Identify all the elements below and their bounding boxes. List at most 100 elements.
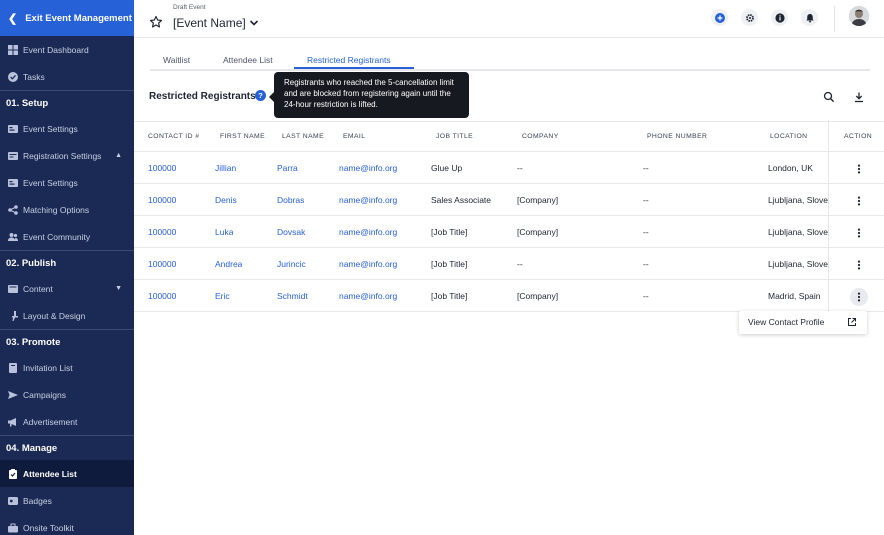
sidebar-section-heading: 02. Publish [0, 250, 134, 275]
add-button[interactable] [711, 9, 728, 26]
cell-last-name[interactable]: Schmidt [277, 291, 308, 301]
sidebar-item-label: Event Community [23, 231, 91, 242]
column-header-last-name: LAST NAME [282, 133, 325, 140]
cell-location: Ljubljana, Slovenia [768, 227, 829, 237]
cell-last-name[interactable]: Dobras [277, 195, 304, 205]
info-button[interactable] [771, 9, 788, 26]
tab-restricted-registrants[interactable]: Restricted Registrants [307, 55, 391, 65]
settings-icon [7, 123, 19, 135]
cell-first-name[interactable]: Jillian [215, 163, 236, 173]
cell-email[interactable]: name@info.org [339, 195, 397, 205]
table-row: 100000 Jillian Parra name@info.org Glue Up --… [134, 152, 884, 184]
cell-location: Madrid, Spain [768, 291, 821, 301]
cell-first-name[interactable]: Eric [215, 291, 230, 301]
chevron-down-icon[interactable] [249, 18, 259, 28]
cell-contact-id[interactable]: 100000 [148, 291, 176, 301]
sidebar-item-invitation-list[interactable]: Invitation List [0, 354, 134, 381]
cell-contact-id[interactable]: 100000 [148, 163, 176, 173]
content-icon [7, 283, 19, 295]
gear-icon [745, 13, 754, 22]
view-contact-profile-menu-item[interactable]: View Contact Profile [748, 317, 824, 327]
cell-job-title: Glue Up [431, 163, 463, 173]
sidebar-item-matching-options[interactable]: Matching Options [0, 196, 134, 223]
table-row: 100000 Eric Schmidt name@info.org [Job Title… [134, 280, 884, 312]
sidebar-item-registration-settings[interactable]: Registration Settings ▲ [0, 142, 134, 169]
cell-job-title: [Job Title] [431, 291, 468, 301]
cell-email[interactable]: name@info.org [339, 259, 397, 269]
megaphone-icon [7, 416, 19, 428]
cell-contact-id[interactable]: 100000 [148, 259, 176, 269]
exit-event-management-button[interactable]: ❮ Exit Event Management [0, 0, 134, 36]
cell-company: -- [517, 163, 523, 173]
tab-attendee-list[interactable]: Attendee List [223, 55, 273, 65]
cell-job-title: [Job Title] [431, 259, 468, 269]
sidebar-item-badges[interactable]: Badges [0, 487, 134, 514]
chevron-left-icon: ❮ [8, 12, 18, 25]
sidebar-item-label: Advertisement [23, 416, 78, 427]
top-header: Draft Event [Event Name] [134, 0, 884, 38]
tab-waitlist[interactable]: Waitlist [163, 55, 190, 65]
search-button[interactable] [823, 90, 835, 103]
external-link-icon [848, 318, 856, 326]
info-icon [774, 12, 785, 23]
table-row: 100000 Andrea Jurincic name@info.org [Job Ti… [134, 248, 884, 280]
sidebar-item-event-settings[interactable]: Event Settings [0, 115, 134, 142]
star-icon[interactable] [149, 15, 163, 29]
dashboard-icon [7, 44, 19, 56]
sidebar-item-label: Attendee List [23, 468, 77, 479]
sidebar-item-onsite-toolkit[interactable]: Onsite Toolkit [0, 514, 134, 535]
download-icon [855, 92, 863, 103]
sidebar-item-event-community[interactable]: Event Community [0, 223, 134, 250]
registration-icon [7, 150, 19, 162]
cell-email[interactable]: name@info.org [339, 163, 397, 173]
chevron-down-icon: ▼ [115, 285, 122, 292]
cell-phone-number: -- [643, 195, 649, 205]
sidebar-section-heading: 04. Manage [0, 435, 134, 460]
table-row: 100000 Denis Dobras name@info.org Sales Asso… [134, 184, 884, 216]
sidebar-section-heading: 03. Promote [0, 329, 134, 354]
cell-last-name[interactable]: Dovsak [277, 227, 305, 237]
sidebar-item-layout-design[interactable]: Layout & Design [0, 302, 134, 329]
settings-button[interactable] [741, 9, 758, 26]
sidebar-item-tasks[interactable]: Tasks [0, 63, 134, 90]
bell-icon [805, 13, 814, 22]
event-name[interactable]: [Event Name] [173, 16, 246, 30]
cell-phone-number: -- [643, 163, 649, 173]
cell-contact-id[interactable]: 100000 [148, 195, 176, 205]
draft-event-label: Draft Event [173, 4, 206, 11]
cell-location: London, UK [768, 163, 813, 173]
sidebar-item-event-settings[interactable]: Event Settings [0, 169, 134, 196]
help-icon[interactable]: ? [255, 90, 266, 101]
row-action-menu: View Contact Profile [739, 311, 867, 334]
cell-email[interactable]: name@info.org [339, 227, 397, 237]
help-tooltip: Registrants who reached the 5-cancellati… [269, 72, 469, 118]
toolkit-icon [7, 522, 19, 534]
cell-job-title: [Job Title] [431, 227, 468, 237]
cell-last-name[interactable]: Jurincic [277, 259, 306, 269]
cell-contact-id[interactable]: 100000 [148, 227, 176, 237]
action-column [828, 120, 884, 312]
sidebar-item-content[interactable]: Content ▼ [0, 275, 134, 302]
avatar[interactable] [849, 6, 869, 26]
cell-first-name[interactable]: Denis [215, 195, 237, 205]
sidebar-nav: Event Dashboard Tasks 01. Setup Event Setti… [0, 36, 134, 535]
sidebar-item-attendee-list[interactable]: Attendee List [0, 460, 134, 487]
cell-first-name[interactable]: Luka [215, 227, 233, 237]
cell-email[interactable]: name@info.org [339, 291, 397, 301]
restricted-registrants-table: CONTACT ID # FIRST NAME LAST NAME EMAIL … [134, 120, 884, 312]
sidebar-item-event-dashboard[interactable]: Event Dashboard [0, 36, 134, 63]
sidebar-item-label: Event Settings [23, 177, 78, 188]
column-header-location: LOCATION [770, 133, 808, 140]
brush-icon [7, 310, 19, 322]
table-body: 100000 Jillian Parra name@info.org Glue Up --… [134, 120, 884, 312]
sidebar-item-advertisement[interactable]: Advertisement [0, 408, 134, 435]
sidebar-item-campaigns[interactable]: Campaigns [0, 381, 134, 408]
notifications-button[interactable] [801, 9, 818, 26]
people-icon [7, 231, 19, 243]
cell-first-name[interactable]: Andrea [215, 259, 242, 269]
table-row: 100000 Luka Dovsak name@info.org [Job Title]… [134, 216, 884, 248]
cell-last-name[interactable]: Parra [277, 163, 298, 173]
download-button[interactable] [853, 90, 865, 103]
badge-icon [7, 495, 19, 507]
page-title: Restricted Registrants [149, 91, 256, 102]
